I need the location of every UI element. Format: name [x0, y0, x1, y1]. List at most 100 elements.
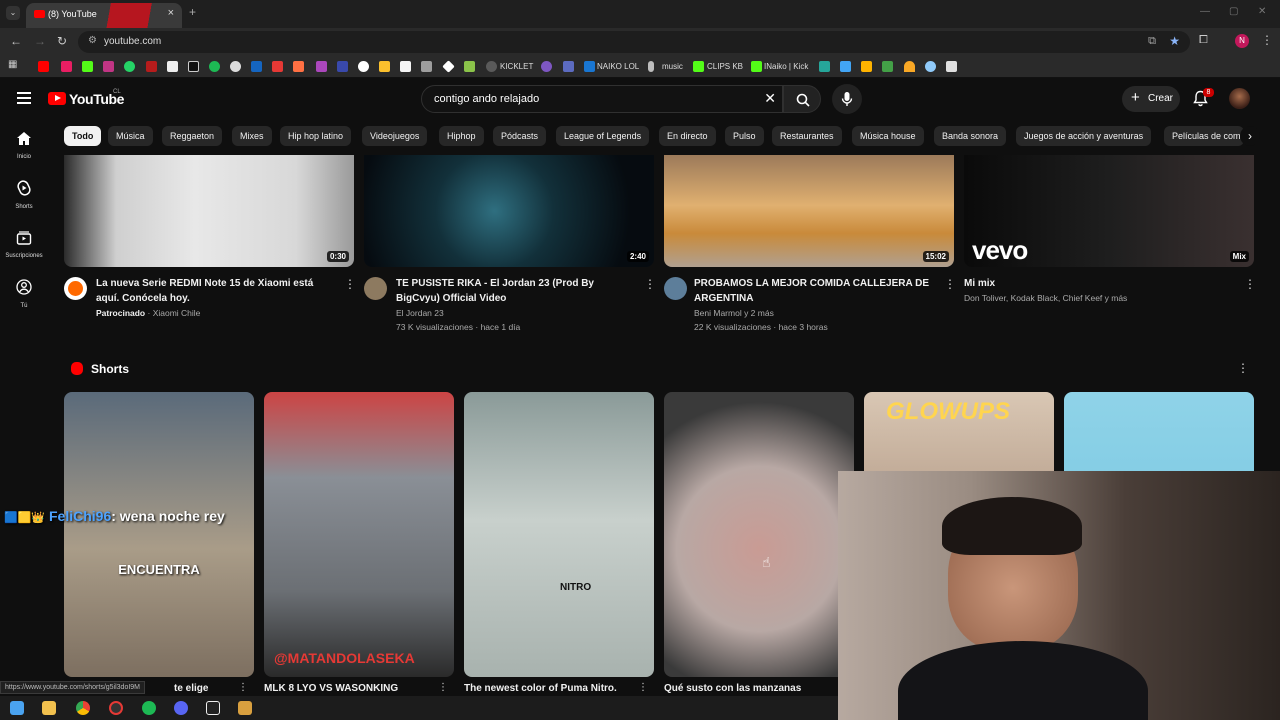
chip-peliculas[interactable]: Películas de com — [1164, 126, 1244, 146]
chip-reggaeton[interactable]: Reggaeton — [162, 126, 223, 146]
address-url[interactable]: youtube.com — [104, 36, 161, 47]
bookmark-youtube-icon[interactable] — [38, 61, 49, 72]
chip-league-of-legends[interactable]: League of Legends — [556, 126, 650, 146]
voice-search-button[interactable] — [832, 84, 862, 114]
more-options-icon[interactable]: ⋮ — [238, 682, 248, 693]
short-title[interactable]: MLK 8 LYO VS WASONKING — [264, 683, 398, 694]
video-channel[interactable]: Patrocinado · Xiaomi Chile — [96, 308, 200, 318]
bookmark-naiko-lol[interactable]: NAIKO LOL — [597, 62, 639, 71]
more-options-icon[interactable]: ⋮ — [1244, 277, 1256, 291]
chrome-icon[interactable] — [76, 701, 90, 715]
bookmark-icon[interactable] — [337, 61, 348, 72]
more-options-icon[interactable]: ⋮ — [638, 682, 648, 693]
bookmark-icon[interactable] — [61, 61, 72, 72]
channel-avatar[interactable] — [64, 277, 87, 300]
bookmark-icon[interactable] — [251, 61, 262, 72]
bookmark-kick-icon[interactable] — [82, 61, 93, 72]
short-title[interactable]: The newest color of Puma Nitro. — [464, 683, 617, 694]
close-window-icon[interactable]: ✕ — [1258, 6, 1266, 17]
browser-menu-icon[interactable]: ⋮ — [1261, 33, 1273, 47]
bookmark-icon[interactable] — [358, 61, 369, 72]
bookmark-clips-icon[interactable] — [693, 61, 704, 72]
more-options-icon[interactable]: ⋮ — [1237, 361, 1249, 375]
discord-icon[interactable] — [174, 701, 188, 715]
sidebar-item-subscriptions[interactable]: Suscripciones — [0, 230, 48, 259]
video-title[interactable]: TE PUSISTE RIKA - El Jordan 23 (Prod By … — [396, 276, 636, 306]
short-thumbnail[interactable]: @MATANDOLASEKA — [264, 392, 454, 677]
bookmark-icon[interactable] — [563, 61, 574, 72]
bookmark-icon[interactable] — [442, 60, 455, 73]
bookmark-kicklet[interactable]: KICKLET — [500, 62, 533, 71]
address-bar[interactable]: ⚙ youtube.com ⧉ ★ — [78, 31, 1190, 53]
video-title[interactable]: PROBAMOS LA MEJOR COMIDA CALLEJERA DE AR… — [694, 276, 934, 306]
back-icon[interactable]: ← — [10, 34, 22, 48]
bookmark-icon[interactable] — [464, 61, 475, 72]
app-icon[interactable] — [238, 701, 252, 715]
file-explorer-icon[interactable] — [42, 701, 56, 715]
tab-search-icon[interactable]: ⌄ — [6, 6, 20, 20]
app-icon[interactable] — [206, 701, 220, 715]
menu-icon[interactable] — [17, 92, 31, 104]
channel-name[interactable]: El Jordan 23 — [396, 308, 444, 318]
more-options-icon[interactable]: ⋮ — [644, 277, 656, 291]
sidebar-item-shorts[interactable]: Shorts — [0, 180, 48, 210]
chip-podcasts[interactable]: Pódcasts — [493, 126, 547, 146]
chip-hiphop[interactable]: Hiphop — [439, 126, 484, 146]
short-title[interactable]: te elige — [174, 683, 208, 694]
search-input[interactable]: contigo ando relajado ✕ — [421, 85, 783, 113]
bookmark-music-icon[interactable] — [648, 61, 654, 72]
bookmark-naiko-icon[interactable] — [584, 61, 595, 72]
bookmark-clips-kb[interactable]: CLIPS KB — [707, 62, 743, 71]
account-avatar[interactable] — [1229, 88, 1250, 109]
channel-avatar[interactable] — [664, 277, 687, 300]
video-thumbnail[interactable]: 0:30 — [64, 155, 354, 267]
bookmark-icon[interactable] — [882, 61, 893, 72]
bookmark-icon[interactable] — [146, 61, 157, 72]
new-tab-icon[interactable]: + — [189, 5, 196, 19]
bookmark-icon[interactable] — [925, 61, 936, 72]
bookmark-tiktok-icon[interactable] — [188, 61, 199, 72]
video-thumbnail[interactable]: 2:40 — [364, 155, 654, 267]
search-query[interactable]: contigo ando relajado — [434, 93, 539, 105]
bookmark-icon[interactable] — [541, 61, 552, 72]
bookmark-icon[interactable] — [840, 61, 851, 72]
bookmark-whatsapp-icon[interactable] — [124, 61, 135, 72]
bookmark-icon[interactable] — [946, 61, 957, 72]
chip-restaurantes[interactable]: Restaurantes — [772, 126, 842, 146]
bookmark-kick-icon[interactable] — [751, 61, 762, 72]
more-options-icon[interactable]: ⋮ — [438, 682, 448, 693]
bookmark-x-icon[interactable] — [167, 61, 178, 72]
bookmark-icon[interactable] — [421, 61, 432, 72]
bookmark-spotify-icon[interactable] — [209, 61, 220, 72]
bookmark-star-icon[interactable]: ★ — [1169, 34, 1180, 48]
minimize-icon[interactable]: — — [1200, 6, 1210, 17]
chip-todo[interactable]: Todo — [64, 126, 102, 146]
short-thumbnail[interactable]: ENCUENTRA — [64, 392, 254, 677]
chip-juegos-accion[interactable]: Juegos de acción y aventuras — [1016, 126, 1152, 146]
channel-avatar[interactable] — [364, 277, 387, 300]
chip-musica-house[interactable]: Música house — [852, 126, 924, 146]
bookmark-kicklet-icon[interactable] — [486, 61, 497, 72]
bookmark-icon[interactable] — [316, 61, 327, 72]
bookmark-icon[interactable] — [379, 61, 390, 72]
chip-banda-sonora[interactable]: Banda sonora — [934, 126, 1007, 146]
site-info-icon[interactable]: ⚙ — [88, 35, 97, 46]
clear-search-icon[interactable]: ✕ — [764, 90, 776, 107]
bookmark-inaiko-kick[interactable]: INaiko | Kick — [764, 62, 808, 71]
create-button[interactable]: + Crear — [1122, 86, 1180, 112]
video-thumbnail[interactable]: vevo Mix — [964, 155, 1254, 267]
chip-videojuegos[interactable]: Videojuegos — [362, 126, 428, 146]
bookmark-music[interactable]: music — [662, 62, 683, 71]
bookmark-icon[interactable] — [230, 61, 241, 72]
channel-name[interactable]: Xiaomi Chile — [153, 308, 201, 318]
more-options-icon[interactable]: ⋮ — [344, 277, 356, 291]
extensions-icon[interactable]: ⧠ — [1199, 34, 1208, 47]
forward-icon[interactable]: → — [34, 34, 46, 48]
bookmark-icon[interactable] — [819, 61, 830, 72]
reload-icon[interactable]: ↻ — [57, 34, 67, 48]
short-thumbnail[interactable]: NITRO — [464, 392, 654, 677]
chip-en-directo[interactable]: En directo — [659, 126, 716, 146]
bookmark-icon[interactable] — [293, 61, 304, 72]
short-thumbnail[interactable] — [664, 392, 854, 677]
more-options-icon[interactable]: ⋮ — [944, 277, 956, 291]
